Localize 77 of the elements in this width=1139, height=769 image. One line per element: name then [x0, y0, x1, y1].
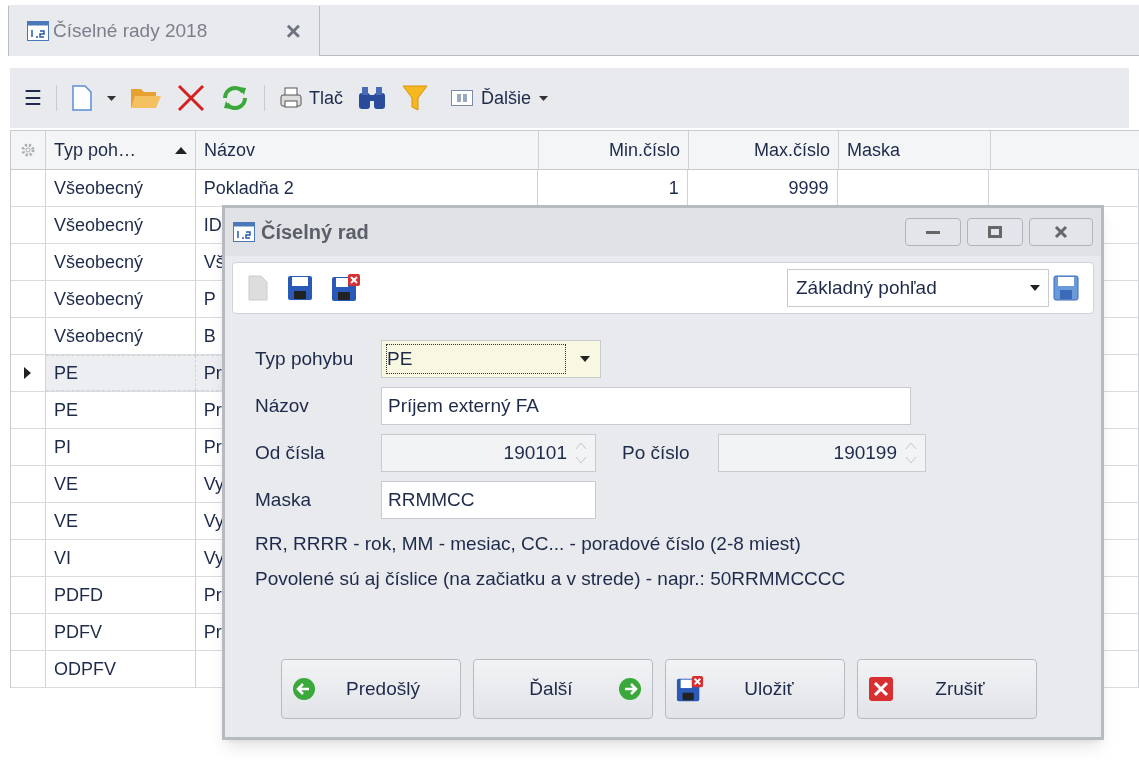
table-cell-text: Pr	[203, 361, 222, 385]
refresh-icon[interactable]	[220, 84, 250, 112]
table-cell-text: ID	[203, 213, 222, 237]
prev-button[interactable]: Predošlý	[281, 659, 461, 719]
numbers-icon	[27, 21, 49, 41]
table-cell-text: ODPFV	[53, 657, 116, 681]
new-document-icon[interactable]	[71, 85, 93, 111]
table-cell-text: PE	[53, 361, 78, 385]
field-label: Od čísla	[255, 440, 326, 465]
document-tab[interactable]: Číselné rady 2018 ×	[8, 6, 320, 56]
field-label: Typ pohybu	[255, 346, 355, 371]
table-cell-text: Pokladňa 2	[203, 176, 294, 200]
column-header[interactable]: Typ poh…	[46, 131, 196, 169]
field-label: Po číslo	[622, 440, 691, 465]
minimize-button[interactable]	[905, 218, 961, 246]
mask-field[interactable]: RRMMCC	[381, 481, 596, 519]
dialog-title: Číselný rad	[261, 219, 369, 245]
cancel-icon	[868, 676, 894, 702]
table-cell-text: B	[203, 324, 216, 348]
caret-icon	[580, 356, 590, 362]
table-cell-text: VI	[53, 546, 71, 570]
close-icon	[1054, 225, 1068, 239]
save-close-icon	[676, 675, 704, 703]
save-icon[interactable]	[287, 275, 313, 301]
table-cell-text: P	[203, 287, 216, 311]
to-number-field[interactable]: 190199	[718, 434, 926, 472]
table-cell-text: Pr	[203, 620, 222, 644]
column-header[interactable]: Max.číslo	[689, 131, 839, 169]
table-cell-text: Všeobecný	[53, 324, 143, 348]
table-cell-text: Pr	[203, 583, 222, 607]
table-cell-text: Všeobecný	[53, 287, 143, 311]
table-cell-text: 1	[668, 176, 679, 200]
save-close-icon[interactable]	[331, 274, 361, 302]
table-cell-text: PDFV	[53, 620, 102, 644]
table-cell-text: PI	[53, 435, 71, 459]
table-cell-text: Všeobecný	[53, 250, 143, 274]
column-header[interactable]: Maska	[839, 131, 991, 169]
close-button[interactable]	[1029, 218, 1093, 246]
delete-icon[interactable]	[176, 83, 206, 113]
printer-icon	[279, 86, 303, 110]
view-dropdown[interactable]: Základný pohľad	[787, 269, 1049, 307]
name-field[interactable]: Príjem externý FA	[381, 387, 911, 425]
maximize-icon	[988, 226, 1002, 238]
maximize-button[interactable]	[967, 218, 1023, 246]
print-button[interactable]: Tlač	[279, 84, 343, 112]
tab-title: Číselné rady 2018	[53, 18, 208, 43]
columns-icon	[451, 90, 473, 106]
field-label: Názov	[255, 393, 310, 418]
more-button[interactable]: Ďalšie	[451, 84, 549, 112]
numbers-icon	[233, 222, 255, 242]
cancel-button[interactable]: Zrušiť	[857, 659, 1037, 719]
column-header[interactable]: Názov	[196, 131, 539, 169]
table-cell-text: PDFD	[53, 583, 103, 607]
hint-text: RR, RRRR - rok, MM - mesiac, CC... - poradové číslo (2-8 miest)	[255, 532, 802, 556]
save-view-icon[interactable]	[1053, 275, 1079, 301]
next-button[interactable]: Ďalší	[473, 659, 653, 719]
menu-button[interactable]: ☰	[24, 83, 42, 113]
caret-icon	[539, 95, 549, 101]
table-cell-text: Všeobecný	[53, 176, 143, 200]
table-cell-text: PE	[53, 398, 78, 422]
column-header[interactable]: Min.číslo	[539, 131, 689, 169]
table-cell-text: Pr	[203, 398, 222, 422]
minimize-icon	[926, 230, 940, 234]
close-tab-button[interactable]: ×	[285, 18, 301, 44]
from-number-field[interactable]: 190101	[381, 434, 596, 472]
table-cell-text: Všeobecný	[53, 213, 143, 237]
field-label: Maska	[255, 487, 312, 512]
table-cell-text: VE	[53, 472, 78, 496]
caret-icon	[1030, 285, 1040, 291]
table-cell-text: 9999	[788, 176, 829, 200]
type-dropdown[interactable]: PE	[381, 340, 601, 378]
binoculars-icon[interactable]	[357, 85, 387, 111]
table-cell-text: Pr	[203, 435, 222, 459]
save-button[interactable]: Uložiť	[665, 659, 845, 719]
caret-icon[interactable]	[107, 95, 116, 101]
hint-text: Povolené sú aj číslice (na začiatku a v strede) - napr.: 50RRMMCCCC	[255, 566, 847, 591]
table-cell-text: VE	[53, 509, 78, 533]
